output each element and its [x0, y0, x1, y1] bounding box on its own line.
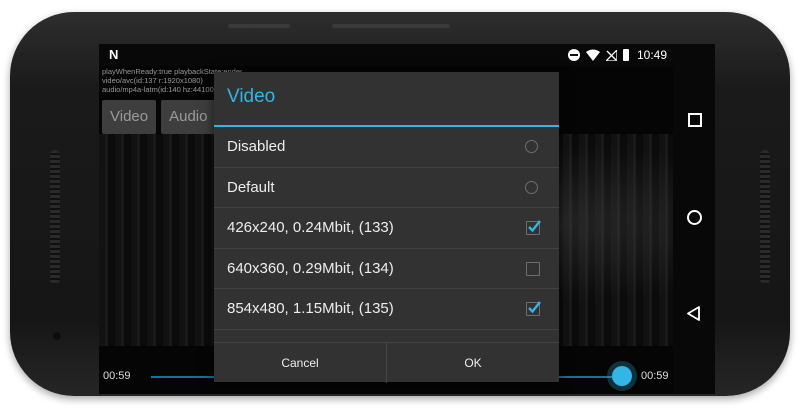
- speaker-grille-right: [760, 150, 770, 284]
- dialog-buttons: Cancel OK: [214, 342, 559, 383]
- status-time: 10:49: [637, 48, 668, 62]
- current-time: 00:59: [103, 370, 131, 382]
- video-track-dialog: Video Disabled Default 426x240, 0.24Mbit…: [214, 72, 559, 383]
- radio-button[interactable]: [525, 140, 538, 153]
- option-label: 640x360, 0.29Mbit, (134): [227, 259, 394, 277]
- track-options: Disabled Default 426x240, 0.24Mbit, (133…: [214, 127, 559, 330]
- option-track-135[interactable]: 854x480, 1.15Mbit, (135): [214, 289, 559, 330]
- duration-time: 00:59: [641, 370, 669, 382]
- cancel-button[interactable]: Cancel: [214, 343, 386, 383]
- option-label: 426x240, 0.24Mbit, (133): [227, 219, 394, 236]
- no-signal-icon: [606, 49, 617, 61]
- do-not-disturb-icon: [568, 49, 580, 61]
- radio-button[interactable]: [525, 180, 538, 194]
- dialog-title: Video: [227, 86, 276, 107]
- power-button: [332, 24, 450, 28]
- speaker-grille-left: [50, 150, 60, 284]
- option-label: 854x480, 1.15Mbit, (135): [227, 300, 394, 317]
- home-button[interactable]: [687, 210, 702, 225]
- checkbox[interactable]: [526, 301, 541, 316]
- battery-icon: [623, 49, 629, 61]
- ok-button[interactable]: OK: [386, 343, 559, 383]
- status-icons: 10:49: [568, 48, 667, 62]
- screen: N 10:49 playWhenReady:true playbackState…: [99, 44, 715, 394]
- checkbox[interactable]: [526, 220, 541, 235]
- notification-icon: N: [109, 47, 119, 62]
- status-bar: N 10:49: [99, 44, 673, 66]
- phone-frame: N 10:49 playWhenReady:true playbackState…: [10, 12, 790, 396]
- volume-button: [228, 24, 290, 28]
- seek-thumb[interactable]: [612, 366, 632, 386]
- option-track-133[interactable]: 426x240, 0.24Mbit, (133): [214, 208, 559, 249]
- checkmark-icon: [528, 220, 541, 233]
- recents-button[interactable]: [688, 113, 702, 127]
- option-label: Disabled: [227, 138, 286, 155]
- option-track-134[interactable]: 640x360, 0.29Mbit, (134): [214, 249, 559, 289]
- navigation-bar: [673, 66, 715, 394]
- option-default[interactable]: Default: [214, 168, 559, 208]
- option-label: Default: [227, 178, 275, 196]
- checkbox[interactable]: [526, 261, 540, 276]
- back-button[interactable]: [687, 306, 700, 321]
- checkmark-icon: [528, 301, 541, 314]
- option-disabled[interactable]: Disabled: [214, 127, 559, 168]
- front-camera: [52, 331, 62, 341]
- wifi-icon: [586, 49, 600, 61]
